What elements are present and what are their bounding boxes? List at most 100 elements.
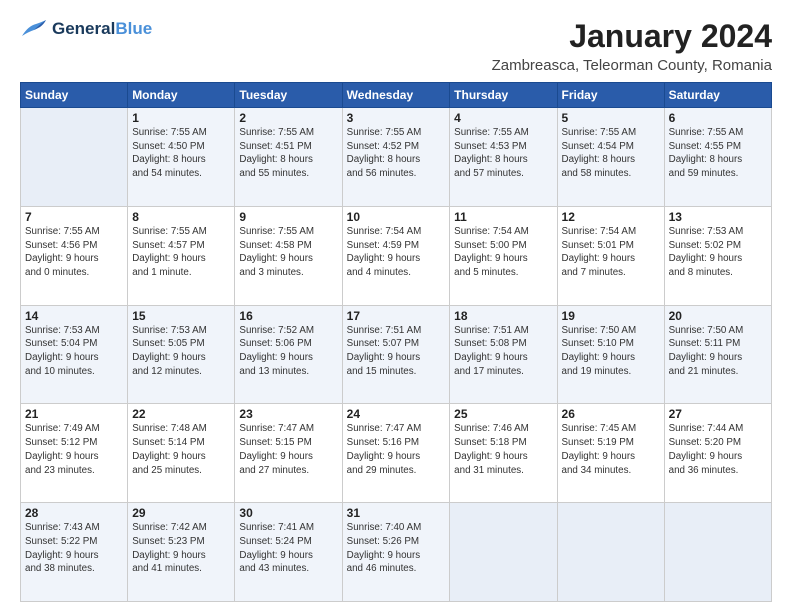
day-info: Sunrise: 7:47 AMSunset: 5:16 PMDaylight:… xyxy=(347,422,446,477)
day-info: Sunrise: 7:41 AMSunset: 5:24 PMDaylight:… xyxy=(239,521,337,576)
table-row: 11Sunrise: 7:54 AMSunset: 5:00 PMDayligh… xyxy=(450,206,557,305)
day-info: Sunrise: 7:46 AMSunset: 5:18 PMDaylight:… xyxy=(454,422,552,477)
table-row: 20Sunrise: 7:50 AMSunset: 5:11 PMDayligh… xyxy=(664,305,771,404)
table-row xyxy=(450,503,557,602)
day-info: Sunrise: 7:51 AMSunset: 5:07 PMDaylight:… xyxy=(347,324,446,379)
day-info: Sunrise: 7:55 AMSunset: 4:58 PMDaylight:… xyxy=(239,225,337,280)
table-row: 13Sunrise: 7:53 AMSunset: 5:02 PMDayligh… xyxy=(664,206,771,305)
day-info: Sunrise: 7:55 AMSunset: 4:55 PMDaylight:… xyxy=(669,126,767,181)
day-number: 24 xyxy=(347,407,446,421)
table-row xyxy=(557,503,664,602)
day-info: Sunrise: 7:55 AMSunset: 4:57 PMDaylight:… xyxy=(132,225,230,280)
subtitle: Zambreasca, Teleorman County, Romania xyxy=(492,57,772,74)
day-number: 11 xyxy=(454,210,552,224)
calendar-table: Sunday Monday Tuesday Wednesday Thursday… xyxy=(20,82,772,602)
day-info: Sunrise: 7:50 AMSunset: 5:11 PMDaylight:… xyxy=(669,324,767,379)
table-row: 27Sunrise: 7:44 AMSunset: 5:20 PMDayligh… xyxy=(664,404,771,503)
table-row xyxy=(664,503,771,602)
day-info: Sunrise: 7:54 AMSunset: 5:00 PMDaylight:… xyxy=(454,225,552,280)
main-title: January 2024 xyxy=(492,18,772,55)
day-number: 26 xyxy=(562,407,660,421)
day-number: 23 xyxy=(239,407,337,421)
day-info: Sunrise: 7:42 AMSunset: 5:23 PMDaylight:… xyxy=(132,521,230,576)
day-number: 27 xyxy=(669,407,767,421)
day-info: Sunrise: 7:53 AMSunset: 5:02 PMDaylight:… xyxy=(669,225,767,280)
col-sunday: Sunday xyxy=(21,83,128,108)
day-number: 21 xyxy=(25,407,123,421)
day-info: Sunrise: 7:40 AMSunset: 5:26 PMDaylight:… xyxy=(347,521,446,576)
table-row: 5Sunrise: 7:55 AMSunset: 4:54 PMDaylight… xyxy=(557,108,664,207)
table-row: 1Sunrise: 7:55 AMSunset: 4:50 PMDaylight… xyxy=(128,108,235,207)
day-info: Sunrise: 7:50 AMSunset: 5:10 PMDaylight:… xyxy=(562,324,660,379)
logo-icon xyxy=(20,18,48,40)
table-row: 14Sunrise: 7:53 AMSunset: 5:04 PMDayligh… xyxy=(21,305,128,404)
col-saturday: Saturday xyxy=(664,83,771,108)
day-info: Sunrise: 7:52 AMSunset: 5:06 PMDaylight:… xyxy=(239,324,337,379)
day-info: Sunrise: 7:47 AMSunset: 5:15 PMDaylight:… xyxy=(239,422,337,477)
day-number: 7 xyxy=(25,210,123,224)
calendar-week-row: 28Sunrise: 7:43 AMSunset: 5:22 PMDayligh… xyxy=(21,503,772,602)
day-info: Sunrise: 7:49 AMSunset: 5:12 PMDaylight:… xyxy=(25,422,123,477)
table-row: 2Sunrise: 7:55 AMSunset: 4:51 PMDaylight… xyxy=(235,108,342,207)
day-info: Sunrise: 7:44 AMSunset: 5:20 PMDaylight:… xyxy=(669,422,767,477)
day-info: Sunrise: 7:54 AMSunset: 5:01 PMDaylight:… xyxy=(562,225,660,280)
day-number: 28 xyxy=(25,506,123,520)
calendar-header-row: Sunday Monday Tuesday Wednesday Thursday… xyxy=(21,83,772,108)
day-number: 17 xyxy=(347,309,446,323)
table-row: 16Sunrise: 7:52 AMSunset: 5:06 PMDayligh… xyxy=(235,305,342,404)
day-number: 10 xyxy=(347,210,446,224)
day-number: 22 xyxy=(132,407,230,421)
table-row: 24Sunrise: 7:47 AMSunset: 5:16 PMDayligh… xyxy=(342,404,450,503)
day-info: Sunrise: 7:43 AMSunset: 5:22 PMDaylight:… xyxy=(25,521,123,576)
table-row: 28Sunrise: 7:43 AMSunset: 5:22 PMDayligh… xyxy=(21,503,128,602)
day-number: 16 xyxy=(239,309,337,323)
day-info: Sunrise: 7:53 AMSunset: 5:04 PMDaylight:… xyxy=(25,324,123,379)
day-number: 19 xyxy=(562,309,660,323)
day-info: Sunrise: 7:55 AMSunset: 4:51 PMDaylight:… xyxy=(239,126,337,181)
day-number: 5 xyxy=(562,111,660,125)
table-row: 10Sunrise: 7:54 AMSunset: 4:59 PMDayligh… xyxy=(342,206,450,305)
day-info: Sunrise: 7:55 AMSunset: 4:50 PMDaylight:… xyxy=(132,126,230,181)
day-info: Sunrise: 7:54 AMSunset: 4:59 PMDaylight:… xyxy=(347,225,446,280)
col-thursday: Thursday xyxy=(450,83,557,108)
calendar-week-row: 21Sunrise: 7:49 AMSunset: 5:12 PMDayligh… xyxy=(21,404,772,503)
table-row: 26Sunrise: 7:45 AMSunset: 5:19 PMDayligh… xyxy=(557,404,664,503)
table-row xyxy=(21,108,128,207)
day-info: Sunrise: 7:51 AMSunset: 5:08 PMDaylight:… xyxy=(454,324,552,379)
calendar-week-row: 14Sunrise: 7:53 AMSunset: 5:04 PMDayligh… xyxy=(21,305,772,404)
calendar-week-row: 7Sunrise: 7:55 AMSunset: 4:56 PMDaylight… xyxy=(21,206,772,305)
table-row: 18Sunrise: 7:51 AMSunset: 5:08 PMDayligh… xyxy=(450,305,557,404)
col-monday: Monday xyxy=(128,83,235,108)
day-number: 6 xyxy=(669,111,767,125)
day-info: Sunrise: 7:55 AMSunset: 4:53 PMDaylight:… xyxy=(454,126,552,181)
table-row: 30Sunrise: 7:41 AMSunset: 5:24 PMDayligh… xyxy=(235,503,342,602)
col-friday: Friday xyxy=(557,83,664,108)
table-row: 21Sunrise: 7:49 AMSunset: 5:12 PMDayligh… xyxy=(21,404,128,503)
table-row: 3Sunrise: 7:55 AMSunset: 4:52 PMDaylight… xyxy=(342,108,450,207)
day-info: Sunrise: 7:55 AMSunset: 4:56 PMDaylight:… xyxy=(25,225,123,280)
logo: GeneralBlue xyxy=(20,18,152,40)
day-info: Sunrise: 7:48 AMSunset: 5:14 PMDaylight:… xyxy=(132,422,230,477)
day-number: 8 xyxy=(132,210,230,224)
day-number: 1 xyxy=(132,111,230,125)
day-number: 20 xyxy=(669,309,767,323)
day-info: Sunrise: 7:53 AMSunset: 5:05 PMDaylight:… xyxy=(132,324,230,379)
day-info: Sunrise: 7:55 AMSunset: 4:54 PMDaylight:… xyxy=(562,126,660,181)
table-row: 22Sunrise: 7:48 AMSunset: 5:14 PMDayligh… xyxy=(128,404,235,503)
day-number: 2 xyxy=(239,111,337,125)
table-row: 8Sunrise: 7:55 AMSunset: 4:57 PMDaylight… xyxy=(128,206,235,305)
page: GeneralBlue January 2024 Zambreasca, Tel… xyxy=(0,0,792,612)
logo-text: GeneralBlue xyxy=(52,20,152,39)
day-number: 14 xyxy=(25,309,123,323)
table-row: 17Sunrise: 7:51 AMSunset: 5:07 PMDayligh… xyxy=(342,305,450,404)
table-row: 25Sunrise: 7:46 AMSunset: 5:18 PMDayligh… xyxy=(450,404,557,503)
table-row: 6Sunrise: 7:55 AMSunset: 4:55 PMDaylight… xyxy=(664,108,771,207)
day-number: 25 xyxy=(454,407,552,421)
day-info: Sunrise: 7:55 AMSunset: 4:52 PMDaylight:… xyxy=(347,126,446,181)
day-number: 31 xyxy=(347,506,446,520)
table-row: 23Sunrise: 7:47 AMSunset: 5:15 PMDayligh… xyxy=(235,404,342,503)
table-row: 19Sunrise: 7:50 AMSunset: 5:10 PMDayligh… xyxy=(557,305,664,404)
day-number: 30 xyxy=(239,506,337,520)
col-wednesday: Wednesday xyxy=(342,83,450,108)
table-row: 31Sunrise: 7:40 AMSunset: 5:26 PMDayligh… xyxy=(342,503,450,602)
